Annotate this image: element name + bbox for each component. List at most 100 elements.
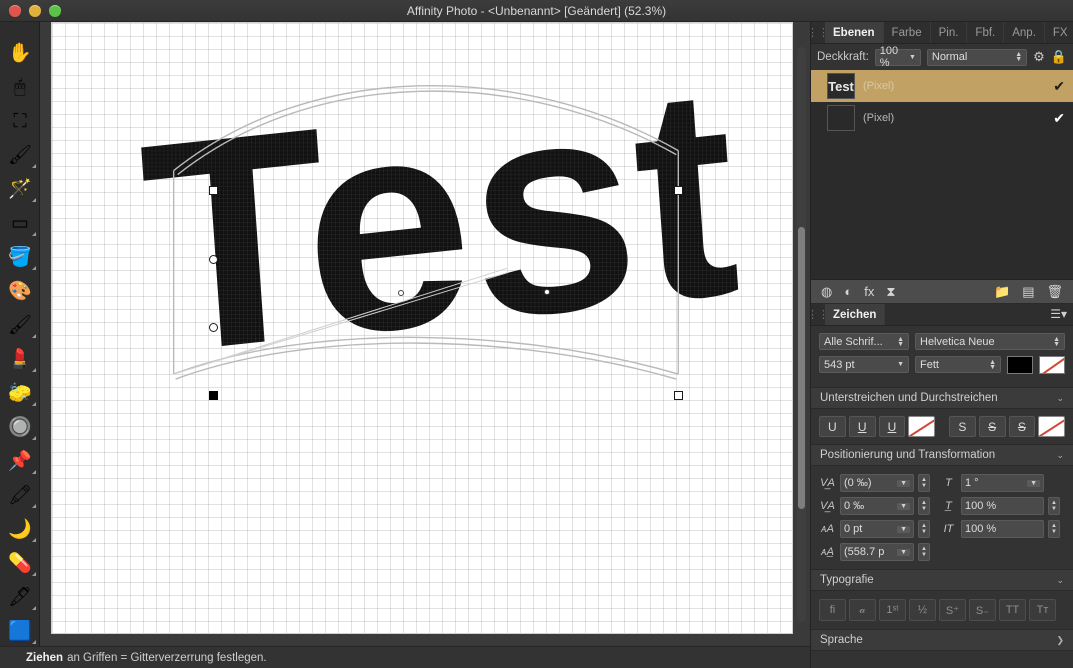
- adjustment-icon[interactable]: ◐: [844, 284, 852, 299]
- tab-ebenen[interactable]: Ebenen: [825, 22, 884, 43]
- tool-variants-indicator: [32, 164, 36, 168]
- mesh-handle-bottom-right[interactable]: [674, 391, 683, 400]
- layer-row[interactable]: Test (Pixel) ✔: [811, 70, 1073, 102]
- mesh-handle-bottom-left[interactable]: [209, 391, 218, 400]
- clone-stamp-tool[interactable]: 📌: [0, 444, 40, 478]
- strikethrough-single-button[interactable]: S: [948, 416, 976, 437]
- blend-mode-select[interactable]: Normal ▲ ▼: [926, 48, 1028, 66]
- tracking-input[interactable]: (0 ‰) ▼: [840, 474, 914, 492]
- typography-button-4[interactable]: S⁺: [939, 599, 966, 621]
- document-canvas[interactable]: Test: [51, 22, 793, 634]
- gear-icon[interactable]: ⚙: [1033, 49, 1045, 65]
- kerning-stepper[interactable]: ▲ ▼: [918, 497, 930, 515]
- paint-brush-tool[interactable]: 🖌: [0, 308, 40, 342]
- smudge-tool[interactable]: 🖍: [0, 478, 40, 512]
- typography-button-6[interactable]: TT: [999, 599, 1026, 621]
- decoration-section-header[interactable]: Unterstreichen und Durchstreichen ⌄: [811, 387, 1073, 409]
- typography-button-5[interactable]: S₋: [969, 599, 996, 621]
- horizontal-scale-stepper[interactable]: ▲ ▼: [1048, 520, 1060, 538]
- tab-farbe[interactable]: Farbe: [884, 22, 931, 43]
- strikethrough-double-button[interactable]: S: [1008, 416, 1036, 437]
- font-family-select[interactable]: Helvetica Neue ▲ ▼: [915, 333, 1065, 350]
- tab-pin[interactable]: Pin.: [931, 22, 968, 43]
- strikethrough-word-button[interactable]: S: [978, 416, 1006, 437]
- mesh-handle-left-upper[interactable]: [209, 255, 218, 264]
- underline-none-button[interactable]: [908, 416, 936, 437]
- stroke-color-swatch[interactable]: [1039, 356, 1065, 374]
- layer-visibility-checkbox[interactable]: ✔: [1053, 110, 1065, 127]
- typography-button-3[interactable]: ½: [909, 599, 936, 621]
- baseline-shift-input[interactable]: 0 pt ▼: [840, 520, 914, 538]
- skew-input[interactable]: 1 ° ▼: [961, 474, 1044, 492]
- font-style-select[interactable]: Fett ▲ ▼: [915, 356, 1001, 373]
- opacity-input[interactable]: 100 % ▼: [874, 45, 921, 69]
- paint-bucket-tool[interactable]: 🪣: [0, 240, 40, 274]
- tab-fx[interactable]: FX: [1045, 22, 1073, 43]
- character-panel-grip-icon[interactable]: ⋮⋮: [807, 304, 829, 325]
- dodge-tool[interactable]: 🌙: [0, 512, 40, 546]
- tool-variants-indicator: [32, 368, 36, 372]
- panel-grip-icon[interactable]: ⋮⋮: [807, 22, 829, 43]
- vertical-scrollbar[interactable]: [797, 47, 806, 622]
- tool-variants-indicator: [32, 504, 36, 508]
- hamburger-menu-icon[interactable]: ☰▾: [1050, 307, 1067, 321]
- typography-button-7[interactable]: Tᴛ: [1029, 599, 1056, 621]
- underline-double-button[interactable]: U: [878, 416, 906, 437]
- tab-fbf[interactable]: Fbf.: [967, 22, 1005, 43]
- pixel-brush-tool[interactable]: 💄: [0, 342, 40, 376]
- marquee-tool[interactable]: ▭: [0, 206, 40, 240]
- typography-button-1[interactable]: 𝒶: [849, 599, 876, 621]
- mesh-handle-left-lower[interactable]: [209, 323, 218, 332]
- fill-color-swatch[interactable]: [1007, 356, 1033, 374]
- color-wheel-tool[interactable]: 🎨: [0, 274, 40, 308]
- group-folder-icon[interactable]: 📁: [994, 284, 1010, 300]
- tab-zeichen[interactable]: Zeichen: [825, 304, 886, 325]
- vertical-scale-input[interactable]: 100 %: [961, 497, 1044, 515]
- tab-anp[interactable]: Anp.: [1004, 22, 1045, 43]
- selection-brush-tool[interactable]: 🖌: [0, 138, 40, 172]
- vertical-scrollbar-thumb[interactable]: [798, 227, 805, 509]
- blur-tool[interactable]: 🔘: [0, 410, 40, 444]
- language-section-header[interactable]: Sprache ❯: [811, 629, 1073, 651]
- transform-section-header[interactable]: Positionierung und Transformation ⌄: [811, 444, 1073, 466]
- underline-single-button[interactable]: U: [819, 416, 846, 437]
- underline-word-button[interactable]: U: [848, 416, 876, 437]
- tracking-stepper[interactable]: ▲ ▼: [918, 474, 930, 492]
- horizontal-scale-input[interactable]: 100 %: [961, 520, 1044, 538]
- magic-wand-tool[interactable]: 🪄: [0, 172, 40, 206]
- mask-icon[interactable]: ◍: [821, 284, 832, 300]
- burn-tool[interactable]: 💊: [0, 546, 40, 580]
- layer-row[interactable]: (Pixel) ✔: [811, 102, 1073, 134]
- move-tool[interactable]: 🖱: [0, 70, 40, 104]
- typography-button-0[interactable]: ﬁ: [819, 599, 846, 621]
- crop-tool[interactable]: ⛶: [0, 104, 40, 138]
- pen-tool[interactable]: 🖋: [0, 580, 40, 614]
- layer-visibility-checkbox[interactable]: ✔: [1053, 78, 1065, 95]
- mesh-control-point-left[interactable]: [398, 290, 404, 296]
- mesh-handle-top-right[interactable]: [674, 186, 683, 195]
- typography-button-2[interactable]: 1ˢᵗ: [879, 599, 906, 621]
- strikethrough-none-button[interactable]: [1038, 416, 1066, 437]
- vertical-scale-stepper[interactable]: ▲ ▼: [1048, 497, 1060, 515]
- tracking-icon: V͟A: [820, 477, 835, 489]
- eraser-tool[interactable]: 🧽: [0, 376, 40, 410]
- leading-stepper[interactable]: ▲ ▼: [918, 543, 930, 561]
- live-filter-icon[interactable]: ⧗: [886, 284, 895, 300]
- mesh-handle-top-left[interactable]: [209, 186, 218, 195]
- delete-layer-icon[interactable]: 🗑: [1046, 284, 1063, 300]
- font-size-select[interactable]: 543 pt ▼: [819, 356, 909, 373]
- rectangle-tool[interactable]: 🟦: [0, 614, 40, 648]
- fx-icon[interactable]: fx: [864, 284, 874, 299]
- lock-icon[interactable]: 🔒: [1051, 49, 1067, 65]
- mesh-control-point-right[interactable]: [544, 289, 550, 295]
- chevron-down-icon: ▼: [897, 479, 910, 487]
- new-layer-icon[interactable]: ▤: [1022, 284, 1034, 300]
- kerning-input[interactable]: 0 ‰ ▼: [840, 497, 914, 515]
- leading-input[interactable]: (558.7 p ▼: [840, 543, 914, 561]
- layer-thumbnail: [827, 105, 855, 131]
- hand-tool[interactable]: ✋: [0, 36, 40, 70]
- typography-section-header[interactable]: Typografie ⌄: [811, 569, 1073, 591]
- font-filter-select[interactable]: Alle Schrif... ▲ ▼: [819, 333, 909, 350]
- chevron-down-icon: ▼: [897, 361, 904, 368]
- baseline-shift-stepper[interactable]: ▲ ▼: [918, 520, 930, 538]
